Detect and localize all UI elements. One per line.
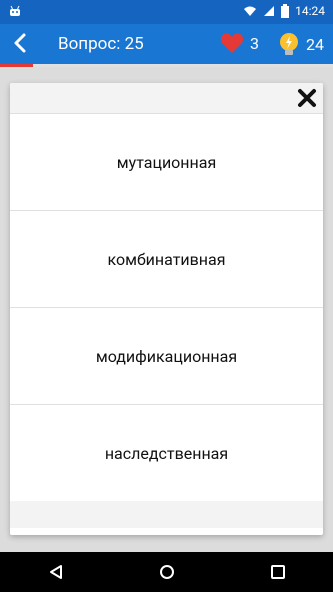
close-button[interactable]	[297, 88, 317, 108]
signal-icon	[263, 5, 275, 17]
hearts-count: 3	[250, 33, 259, 53]
recents-square-icon	[271, 565, 286, 579]
hearts-counter[interactable]: 3	[220, 32, 259, 54]
lightbulb-icon	[278, 32, 300, 56]
app-bar: Вопрос: 25 3 24	[0, 24, 333, 64]
nav-back-button[interactable]	[48, 564, 64, 580]
hints-counter[interactable]: 24	[278, 32, 324, 56]
nav-home-button[interactable]	[159, 564, 175, 580]
back-triangle-icon	[49, 565, 62, 579]
heart-icon	[220, 32, 244, 54]
status-time: 14:24	[295, 4, 325, 18]
hints-count: 24	[306, 34, 324, 54]
android-icon	[8, 4, 22, 18]
answer-option[interactable]: мутационная	[10, 113, 323, 210]
dialog-footer	[10, 501, 323, 528]
answer-option[interactable]: модификационная	[10, 307, 323, 404]
answer-option-label: мутационная	[116, 152, 217, 172]
answer-option[interactable]: наследственная	[10, 404, 323, 501]
wifi-icon	[243, 5, 257, 17]
answer-option[interactable]: комбинативная	[10, 210, 323, 307]
battery-icon	[281, 4, 290, 18]
status-bar: 14:24	[0, 0, 333, 24]
back-button[interactable]	[10, 32, 32, 54]
nav-recents-button[interactable]	[271, 565, 286, 579]
answer-option-label: наследственная	[104, 443, 229, 463]
home-circle-icon	[160, 565, 175, 579]
answer-option-label: модификационная	[95, 346, 238, 366]
dialog-header	[10, 83, 323, 113]
answer-options-dialog: мутационная комбинативная модификационна…	[10, 83, 323, 535]
system-nav-bar	[0, 552, 333, 592]
chevron-left-icon	[14, 33, 26, 53]
page-title: Вопрос: 25	[58, 34, 144, 54]
answer-option-label: комбинативная	[107, 249, 226, 269]
close-icon	[298, 89, 316, 107]
